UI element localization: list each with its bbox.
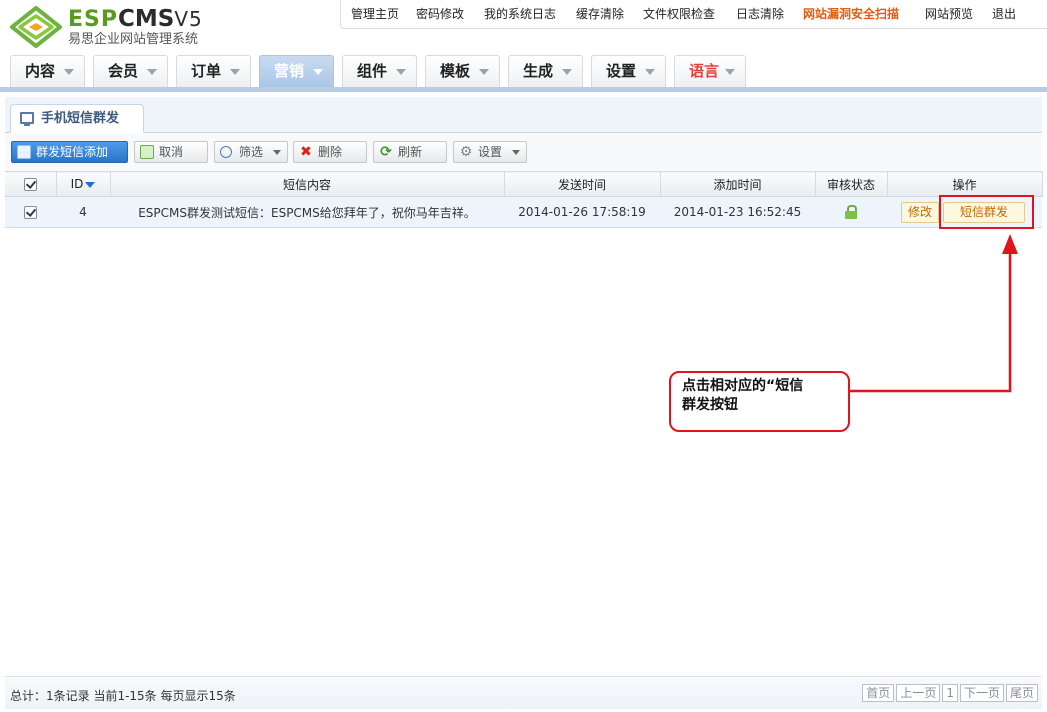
arrow-icon [850, 234, 1018, 393]
footer: 总计：1条记录 当前1-15条 每页显示15条 首页 上一页 1 下一页 尾页 [5, 676, 1042, 709]
page-next-button[interactable]: 下一页 [959, 684, 1004, 702]
page-first-button[interactable]: 首页 [862, 684, 895, 702]
page-prev-button[interactable]: 上一页 [896, 684, 941, 702]
record-summary: 总计：1条记录 当前1-15条 每页显示15条 [10, 689, 236, 703]
annotation-callout: 点击相对应的“短信 群发按钮 [669, 371, 850, 432]
pagination: 首页 上一页 1 下一页 尾页 [860, 684, 1038, 702]
callout-line-1: 点击相对应的“短信 [682, 378, 804, 394]
callout-line-2: 群发按钮 [682, 397, 738, 413]
page-number-button[interactable]: 1 [942, 684, 958, 702]
page-last-button[interactable]: 尾页 [1005, 684, 1038, 702]
